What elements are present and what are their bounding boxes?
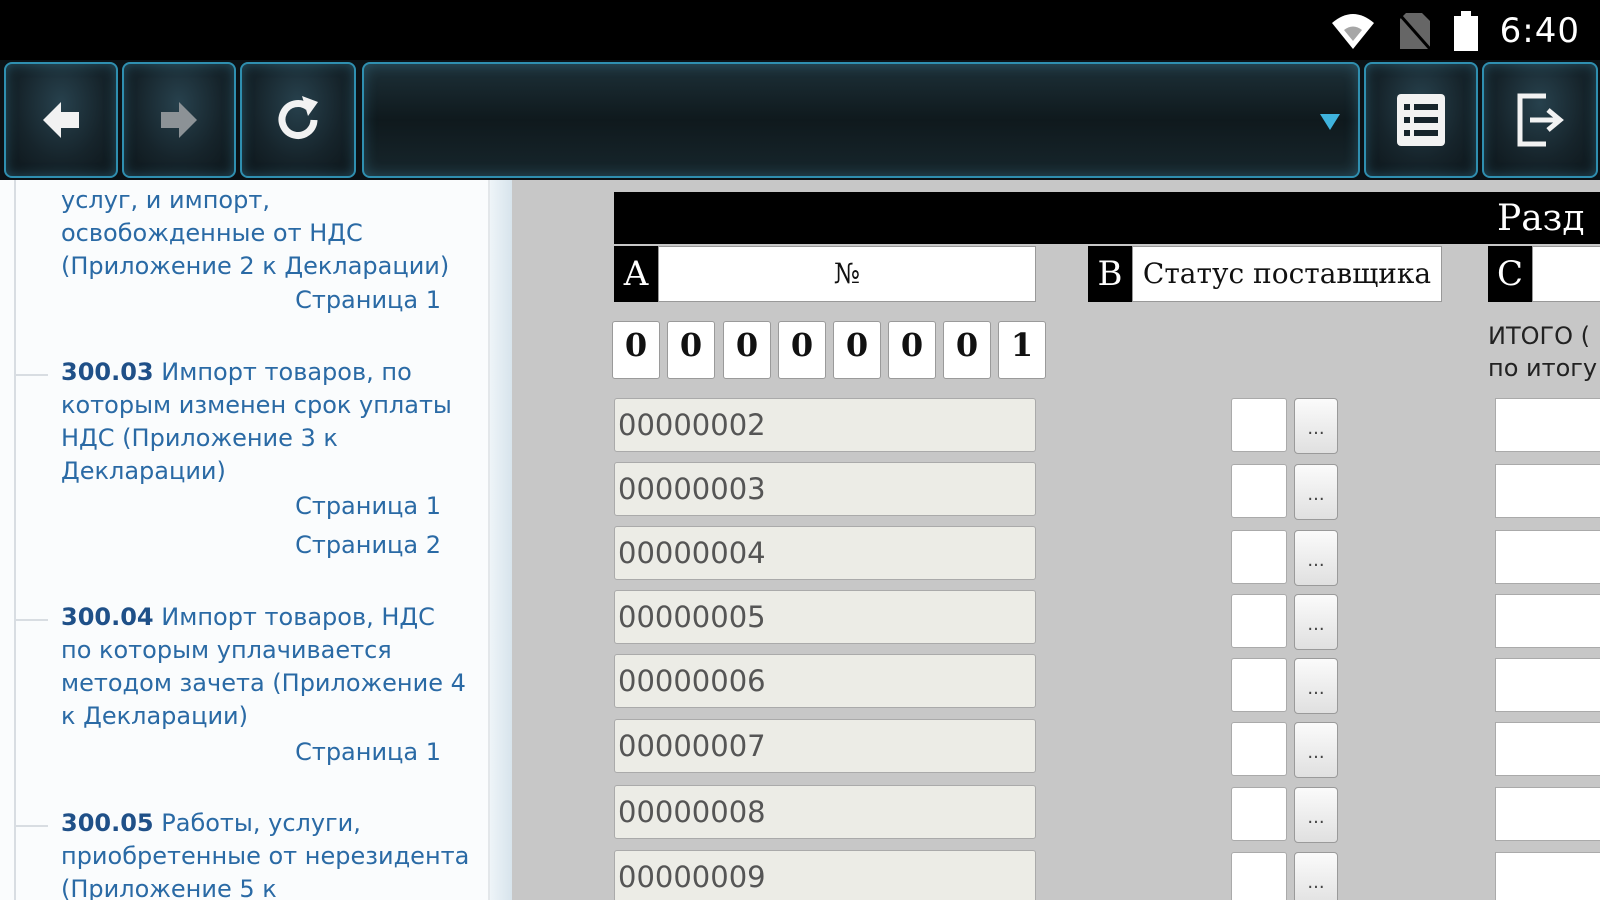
number-digit[interactable]: 0 [778,321,826,379]
row-number-field[interactable]: 00000003 [614,462,1036,516]
tree-item-300-04[interactable]: 300.04 Импорт товаров, НДС по которым уп… [14,601,471,733]
wifi-icon [1331,14,1374,49]
forward-arrow-icon [161,102,197,138]
tree-line [14,619,48,621]
number-digit[interactable]: 0 [833,321,881,379]
select-status-button[interactable]: ... [1294,398,1338,454]
select-status-button[interactable]: ... [1294,787,1338,843]
number-digit[interactable]: 0 [888,321,936,379]
clock: 6:40 [1499,11,1580,51]
row-number-field[interactable]: 00000002 [614,398,1036,452]
row-number-field[interactable]: 00000007 [614,719,1036,773]
column-c-field[interactable] [1495,398,1600,452]
column-c-field[interactable] [1495,594,1600,648]
supplier-status-field[interactable] [1231,722,1287,776]
battery-icon [1453,11,1478,51]
supplier-status-field[interactable] [1231,658,1287,712]
no-sim-icon [1398,13,1431,50]
column-c-field[interactable] [1495,658,1600,712]
refresh-button[interactable] [240,62,356,178]
select-status-button[interactable]: ... [1294,852,1338,900]
supplier-status-field[interactable] [1231,594,1287,648]
select-status-button[interactable]: ... [1294,530,1338,586]
tree-item-300-03[interactable]: 300.03 Импорт товаров, по которым измене… [14,356,471,488]
row-number-field[interactable]: 00000008 [614,785,1036,839]
refresh-icon [278,96,318,139]
column-c-field[interactable] [1495,787,1600,841]
supplier-status-field[interactable] [1231,464,1287,518]
exit-button[interactable] [1482,62,1598,178]
tree-line [14,374,48,376]
select-status-button[interactable]: ... [1294,464,1338,520]
page-link[interactable]: Страница 1 [41,492,441,520]
tree-item-label: услуг, и импорт, освобожденные от НДС (П… [61,186,450,280]
select-status-button[interactable]: ... [1294,722,1338,778]
tree-item-label: 300.03 Импорт товаров, по которым измене… [61,358,452,485]
row-number-field[interactable]: 00000004 [614,526,1036,580]
column-header-c [1532,246,1600,302]
column-c-field[interactable] [1495,530,1600,584]
tree-item-label: 300.05 Работы, услуги, приобретенные от … [61,809,470,900]
itogo-label: ИТОГО ( по итогу [1488,322,1598,382]
panel-shade [490,180,512,900]
back-arrow-icon [43,102,79,138]
number-digit[interactable]: 0 [667,321,715,379]
supplier-status-field[interactable] [1231,787,1287,841]
chevron-down-icon [1320,114,1340,130]
form-area: Разд A № B Статус поставщика C 0 0 0 0 0… [512,180,1600,900]
select-status-button[interactable]: ... [1294,658,1338,714]
exit-icon [1517,93,1564,147]
page-link[interactable]: Страница 1 [41,286,441,314]
number-digit[interactable]: 0 [612,321,660,379]
supplier-status-field[interactable] [1231,852,1287,900]
declaration-tree-panel: услуг, и импорт, освобожденные от НДС (П… [0,180,512,900]
column-letter-c: C [1488,246,1532,302]
number-digit[interactable]: 0 [723,321,771,379]
column-c-field[interactable] [1495,852,1600,900]
number-digit[interactable]: 1 [998,321,1046,379]
select-status-button[interactable]: ... [1294,594,1338,650]
list-icon [1397,94,1445,146]
page-link[interactable]: Страница 2 [41,531,441,559]
tree-line [14,180,16,900]
column-header-supplier-status: Статус поставщика [1132,246,1442,302]
tree-item-label: 300.04 Импорт товаров, НДС по которым уп… [61,603,466,730]
status-bar: 6:40 [0,0,1600,60]
column-header-number: № [658,246,1036,302]
supplier-status-field[interactable] [1231,530,1287,584]
column-letter-b: B [1088,246,1132,302]
column-letter-a: A [614,246,658,302]
tree-item-300-05[interactable]: 300.05 Работы, услуги, приобретенные от … [14,807,471,900]
section-title: Разд [1497,198,1585,239]
row-number-field[interactable]: 00000005 [614,590,1036,644]
tree-line [14,825,48,827]
column-c-field[interactable] [1495,464,1600,518]
back-button[interactable] [4,62,118,178]
column-c-field[interactable] [1495,722,1600,776]
forward-button[interactable] [122,62,236,178]
section-header: Разд [614,192,1600,244]
contents-button[interactable] [1364,62,1478,178]
page-link[interactable]: Страница 1 [41,738,441,766]
row-number-field[interactable]: 00000009 [614,850,1036,900]
tree-item-300-02[interactable]: услуг, и импорт, освобожденные от НДС (П… [61,184,471,283]
supplier-status-field[interactable] [1231,398,1287,452]
row-number-field[interactable]: 00000006 [614,654,1036,708]
browser-toolbar [0,60,1600,180]
number-digit[interactable]: 0 [943,321,991,379]
address-dropdown[interactable] [362,62,1360,178]
